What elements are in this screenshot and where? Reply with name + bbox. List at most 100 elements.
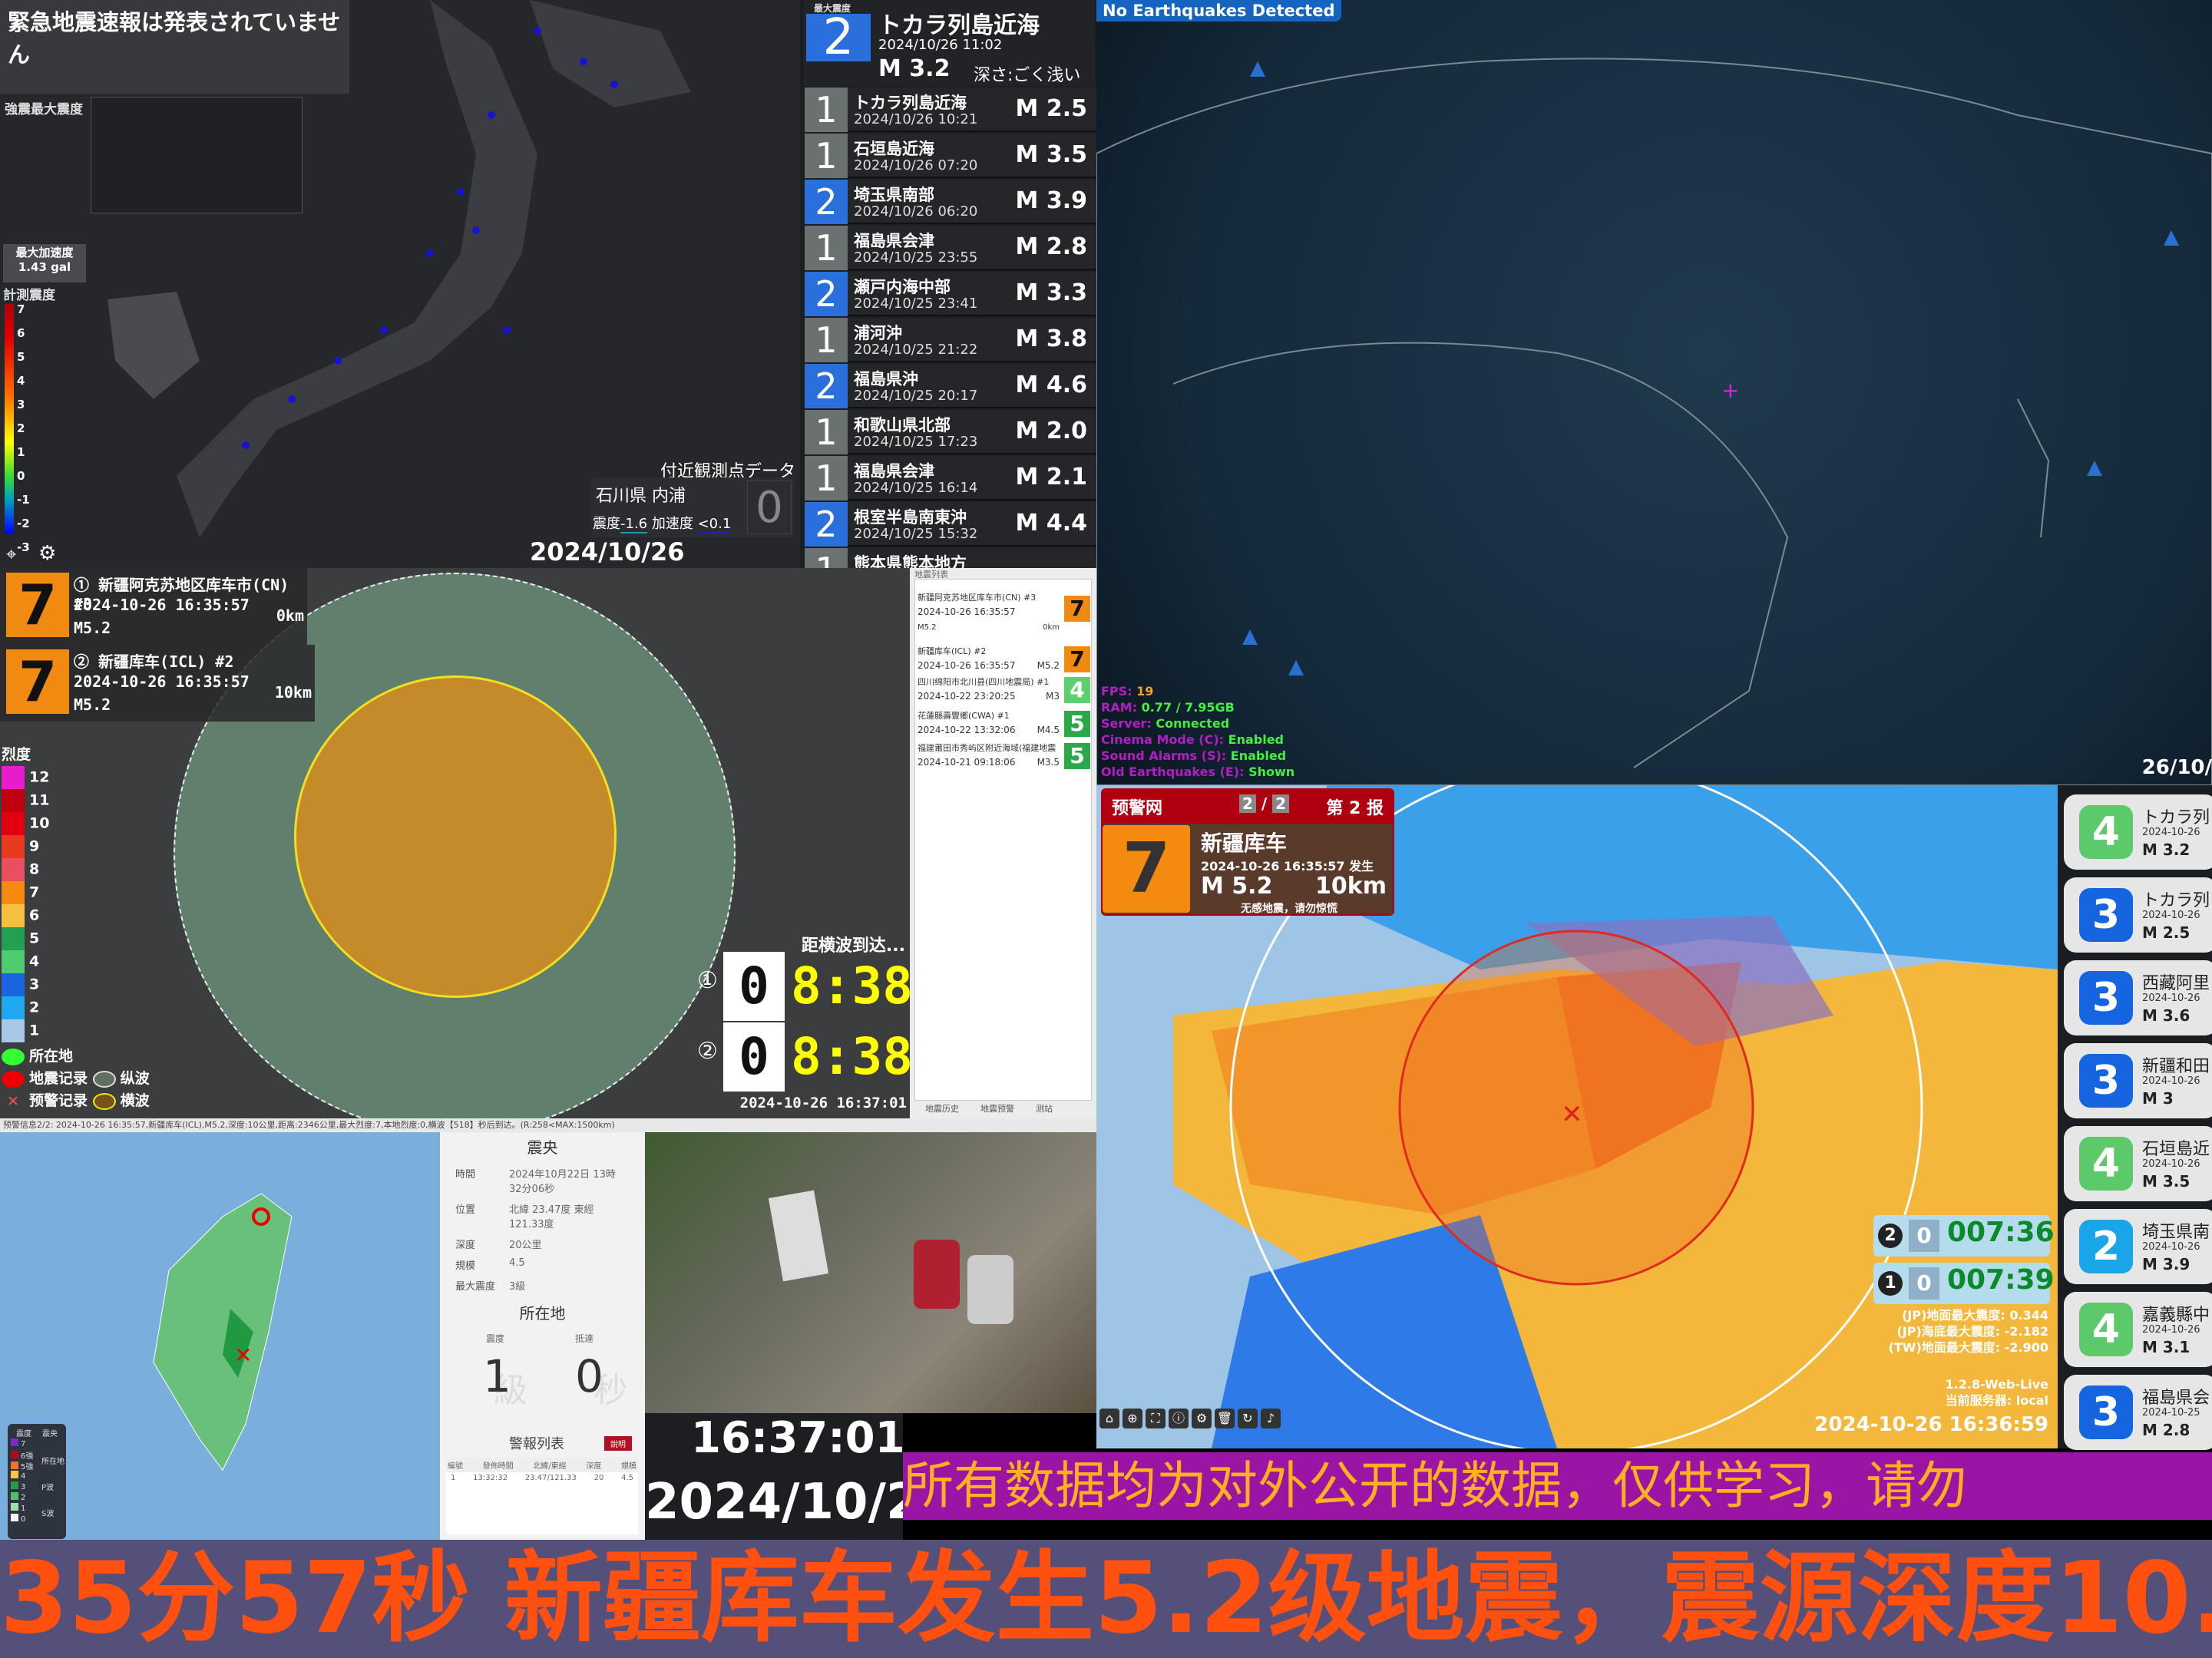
- report-index: 2: [1239, 794, 1256, 813]
- event-header[interactable]: 7 ② 新疆库车(ICL) #2 2024-10-26 16:35:57 M5.2 10…: [0, 645, 315, 722]
- station-values: 震度-1.6 加速度 <0.1: [593, 513, 732, 533]
- latest-quake[interactable]: 最大震度 2 トカラ列島近海 2024/10/26 11:02 M 3.2 深さ…: [803, 0, 1095, 86]
- scale-tick: 5: [17, 350, 25, 364]
- stat-line: Sound Alarms (S): Enabled: [1101, 748, 1294, 764]
- list-item[interactable]: 1 和歌山県北部 2024/10/25 17:23 M 2.0: [805, 410, 1096, 454]
- fullscreen-icon[interactable]: ⛶: [1146, 1409, 1166, 1428]
- list-item[interactable]: 四川绵阳市北川县(四川地震局) #1 2024-10-22 23:20:25 M3 4: [918, 675, 1090, 706]
- event-header[interactable]: 7① 新疆阿克苏地区库车市(CN) #3 2024-10-26 16:35:57 M…: [0, 568, 307, 645]
- cn-earthquake-list[interactable]: 地震列表 新疆阿克苏地区库车市(CN) #3 2024-10-26 16:35:5…: [910, 568, 1096, 1118]
- intensity-badge: 1: [805, 226, 848, 270]
- s-wave-circle: [294, 675, 617, 998]
- countdown-index: 1: [1878, 1271, 1903, 1296]
- stat-line: (JP)海底最大震度: -2.182: [1896, 1324, 2048, 1339]
- list-item[interactable]: 1 福島県会津 2024/10/25 23:55 M 2.8: [805, 226, 1096, 270]
- quake-place: 福島県会: [2142, 1389, 2210, 1408]
- station-level: 0: [747, 481, 792, 534]
- tab-1[interactable]: 地震预警: [980, 1104, 1014, 1114]
- alert-help-button[interactable]: 說明: [604, 1436, 632, 1451]
- cn-intensity-map[interactable]: ✕ 预警网 2 / 2 第 2 报 7 新疆库车 2024-10-26 16:3…: [1096, 785, 2058, 1448]
- list-item[interactable]: 2 瀬戸内海中部 2024/10/25 23:41 M 3.3: [805, 272, 1096, 316]
- legend-level: 8: [29, 860, 40, 878]
- gear-icon[interactable]: ⚙: [38, 542, 56, 565]
- refresh-icon[interactable]: ↻: [1238, 1409, 1258, 1428]
- countdown-intensity: 0: [1909, 1267, 1939, 1300]
- countdown-intensity: 0: [723, 1022, 785, 1092]
- legend-header: 震度: [16, 1430, 31, 1438]
- advice-text: 无感地震，请勿惊慌: [1241, 903, 1337, 915]
- quake-depth: 10km: [1315, 873, 1387, 900]
- scale-tick: -3: [17, 540, 30, 554]
- jp-earthquake-list[interactable]: 最大震度 2 トカラ列島近海 2024/10/26 11:02 M 3.2 深さ…: [800, 0, 1096, 568]
- quake-card[interactable]: 4 石垣島近 2024-10-26 M 3.5: [2064, 1126, 2212, 1201]
- tab-2[interactable]: 测站: [1036, 1104, 1053, 1114]
- legend-location: 所在地: [29, 1048, 74, 1065]
- quake-magnitude: M 2.1: [1015, 464, 1087, 490]
- list-item[interactable]: 1 トカラ列島近海 2024/10/26 10:21 M 2.5: [805, 88, 1096, 132]
- taiwan-map[interactable]: ✕ 震度 震央 7 6強 5強 4 3 2 1 0 所在地 P波 S波: [0, 1132, 440, 1540]
- list-item[interactable]: 2 福島県沖 2024/10/25 20:17 M 4.6: [805, 364, 1096, 408]
- legend-warning-record: 预警记录: [29, 1092, 88, 1109]
- intensity-badge: 1: [805, 456, 848, 500]
- stat-label: Server:: [1101, 716, 1156, 731]
- quake-magnitude: M 2.8: [1015, 233, 1087, 260]
- quake-card[interactable]: 3 西藏阿里 2024-10-26 M 3.6: [2064, 960, 2212, 1035]
- legend-level: 1: [21, 1504, 26, 1513]
- tab-0[interactable]: 地震历史: [925, 1104, 959, 1114]
- quake-time: 2024/10/25 21:22: [854, 342, 978, 358]
- home-icon[interactable]: ⌂: [1099, 1409, 1119, 1428]
- quake-card[interactable]: 3 福島県会 2024-10-25 M 2.8: [2064, 1375, 2212, 1450]
- event-depth: 0km: [276, 606, 304, 625]
- stat-label: FPS:: [1101, 684, 1137, 699]
- list-item[interactable]: 1 熊本県熊本地方: [805, 548, 1096, 568]
- alert-header: 編號: [448, 1462, 463, 1471]
- info-icon[interactable]: ⓘ: [1169, 1409, 1189, 1428]
- list-item[interactable]: 1 浦河沖 2024/10/25 21:22 M 3.8: [805, 318, 1096, 362]
- delete-icon[interactable]: 🗑: [1215, 1409, 1235, 1428]
- globe-map[interactable]: + No Earthquakes Detected FPS: 19 RAM: 0.…: [1096, 0, 2212, 785]
- china-warning-map[interactable]: 7① 新疆阿克苏地区库车市(CN) #3 2024-10-26 16:35:57 M…: [0, 568, 910, 1118]
- legend-swatch: [11, 1438, 18, 1446]
- countdown-intensity: 0: [723, 952, 785, 1021]
- list-tabs: 地震历史 地震预警 测站: [914, 1102, 1063, 1115]
- intensity-badge: 5: [1064, 743, 1090, 769]
- quake-card[interactable]: 3 トカラ列 2024-10-26 M 2.5: [2064, 877, 2212, 953]
- quake-depth: 0km: [1043, 623, 1060, 632]
- alert-row[interactable]: 1 13:32:32 23.47/121.33 20 4.5: [446, 1472, 638, 1484]
- list-item[interactable]: 2 根室半島南東沖 2024/10/25 15:32 M 4.4: [805, 502, 1096, 547]
- clock-time: 16:37:01: [691, 1413, 905, 1463]
- quake-name: 新疆库车(ICL) #2: [918, 646, 987, 656]
- quake-time: 2024/10/26 06:20: [854, 203, 978, 220]
- legend-swatch: [11, 1492, 18, 1500]
- quake-card[interactable]: 2 埼玉県南 2024-10-26 M 3.9: [2064, 1209, 2212, 1284]
- list-item[interactable]: 福建莆田市秀屿区附近海域(福建地震 2024-10-21 09:18:06 M3.5…: [918, 741, 1090, 772]
- quake-magnitude: M 2.5: [2142, 923, 2191, 942]
- list-item[interactable]: 花蓮縣壽豐鄉(CWA) #1 2024-10-22 13:32:06 M4.5 5: [918, 709, 1090, 740]
- list-item[interactable]: 2 埼玉県南部 2024/10/26 06:20 M 3.9: [805, 180, 1096, 224]
- list-item[interactable]: 1 福島県会津 2024/10/25 16:14 M 2.1: [805, 456, 1096, 500]
- intensity-legend: 12 11 10 9 8 7 6 5 4 3 2 1: [2, 766, 49, 1042]
- scale-tick: 2: [17, 421, 25, 435]
- quake-card[interactable]: 3 新疆和田 2024-10-26 M 3: [2064, 1043, 2212, 1118]
- quake-card-list[interactable]: 4 トカラ列 2024-10-26 M 3.2 3 トカラ列 2024-10-26 M 2.5…: [2058, 785, 2212, 1450]
- legend-header: 震央: [42, 1430, 58, 1438]
- locate-icon[interactable]: ⊕: [1123, 1409, 1142, 1428]
- event-time: 2024-10-26 16:35:57: [74, 672, 250, 691]
- sound-icon[interactable]: ♪: [1261, 1409, 1281, 1428]
- report-counter: 2 / 2: [1239, 794, 1290, 813]
- japan-shindo-map[interactable]: 緊急地震速報は発表されていません 強震最大震度 最大加速度 1.43 gal 計…: [0, 0, 800, 568]
- scale-tick: 4: [17, 374, 25, 388]
- settings-icon[interactable]: ⚙: [1192, 1409, 1212, 1428]
- list-item[interactable]: 1 石垣島近海 2024/10/26 07:20 M 3.5: [805, 134, 1096, 178]
- quake-card[interactable]: 4 嘉義縣中 2024-10-26 M 3.1: [2064, 1292, 2212, 1367]
- list-item[interactable]: 新疆阿克苏地区库车市(CN) #3 2024-10-26 16:35:57 M5.2…: [918, 591, 1090, 632]
- locate-icon[interactable]: ⌖: [6, 543, 17, 565]
- legend-level: 3: [21, 1483, 26, 1491]
- quake-card[interactable]: 4 トカラ列 2024-10-26 M 3.2: [2064, 794, 2212, 870]
- quake-magnitude: M 3.5: [2142, 1172, 2191, 1191]
- intensity-label: 震度: [593, 516, 620, 532]
- stat-label: RAM:: [1101, 700, 1142, 715]
- quake-place: 嘉義縣中: [2142, 1306, 2210, 1325]
- list-item[interactable]: 新疆库车(ICL) #2 2024-10-26 16:35:57 M5.2 7: [918, 645, 1090, 675]
- quake-time: 2024/10/25 23:41: [854, 296, 978, 312]
